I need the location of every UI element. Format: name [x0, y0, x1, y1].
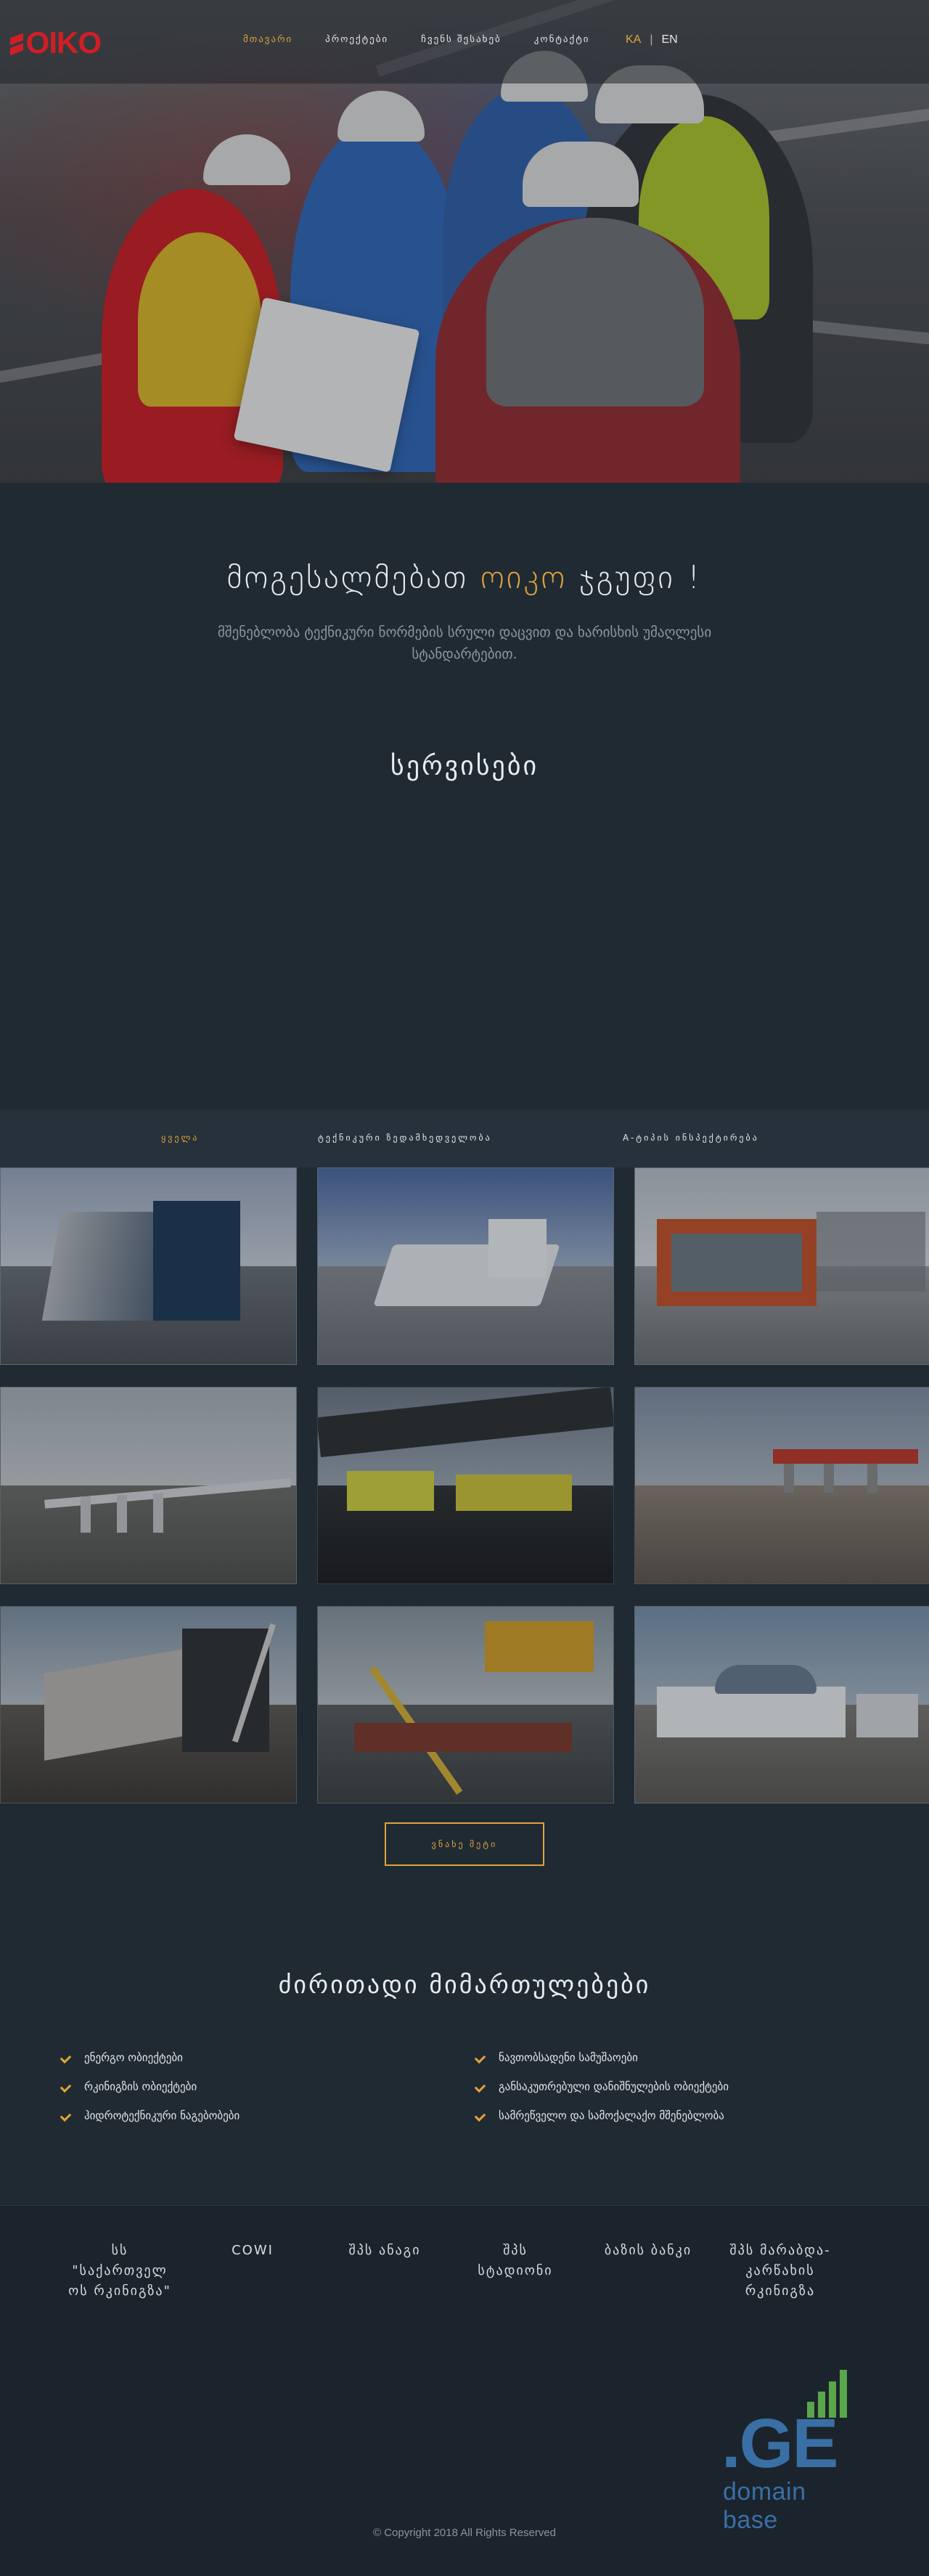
gallery-tile[interactable] — [317, 1606, 614, 1803]
direction-text: რკინიგზის ობიექტები — [84, 2080, 197, 2093]
main-nav: მთავარი პროექტები ჩვენს შესახებ კონტაქტი — [243, 34, 589, 45]
direction-item: რკინიგზის ობიექტები — [61, 2072, 240, 2101]
gallery-tile[interactable] — [0, 1387, 297, 1584]
nav-projects[interactable]: პროექტები — [325, 34, 388, 45]
welcome-heading: მოგესალმებათ ოიკო ჯგუფი ! — [0, 559, 929, 596]
direction-text: ენერგო ობიექტები — [84, 2051, 183, 2064]
tile-shade — [318, 1387, 613, 1583]
filter-all[interactable]: ყველა — [161, 1133, 199, 1143]
tile-shade — [318, 1607, 613, 1803]
check-icon — [61, 2082, 71, 2092]
direction-item: განსაკუთრებული დანიშნულების ობიექტები — [475, 2072, 729, 2101]
direction-item: ჰიდროტექნიკური ნაგებობები — [61, 2101, 240, 2130]
directions-left: ენერგო ობიექტები რკინიგზის ობიექტები ჰიდ… — [61, 2043, 240, 2130]
check-icon — [61, 2053, 71, 2063]
welcome-suffix: ჯგუფი ! — [579, 559, 703, 596]
direction-item: სამრეწველო და სამოქალაქო მშენებლობა — [475, 2101, 729, 2130]
tile-shade — [1, 1168, 296, 1364]
partner-cowi[interactable]: COWI — [191, 2241, 314, 2261]
nav-home[interactable]: მთავარი — [243, 34, 292, 45]
lang-en[interactable]: EN — [662, 33, 678, 46]
partner-basis-bank[interactable]: ბაზის ბანკი — [586, 2241, 710, 2261]
direction-text: ნავთობსადენი სამუშაოები — [499, 2051, 638, 2064]
gallery-tile[interactable] — [317, 1387, 614, 1584]
ge-domain-logo[interactable]: .GE domain base — [721, 2367, 867, 2534]
tile-shade — [1, 1607, 296, 1803]
gallery-tile[interactable] — [317, 1167, 614, 1365]
nav-about[interactable]: ჩვენს შესახებ — [421, 34, 502, 45]
partner-stadium[interactable]: შპს სტადიონი — [454, 2241, 577, 2281]
tile-shade — [635, 1607, 929, 1803]
site-footer: სს "საქართველ ოს რკინიგზა" COWI შპს ანაგ… — [0, 2205, 929, 2576]
tile-shade — [1, 1387, 296, 1583]
filter-a-type-inspection[interactable]: A-ტიპის ინსპექტირება — [623, 1133, 759, 1143]
ge-mark: .GE — [721, 2405, 838, 2482]
logo-text: OIKO — [25, 25, 102, 60]
check-icon — [475, 2082, 486, 2092]
welcome-prefix: მოგესალმებათ — [226, 559, 469, 596]
gallery-tile[interactable] — [634, 1387, 929, 1584]
hero-banner: OIKO მთავარი პროექტები ჩვენს შესახებ კონ… — [0, 0, 929, 483]
partners-row: სს "საქართველ ოს რკინიგზა" COWI შპს ანაგ… — [0, 2241, 929, 2306]
direction-text: განსაკუთრებული დანიშნულების ობიექტები — [499, 2080, 729, 2093]
check-icon — [61, 2111, 71, 2121]
directions-title: ძირითადი მიმართულებები — [278, 1970, 651, 2000]
direction-item: ნავთობსადენი სამუშაოები — [475, 2043, 729, 2072]
portfolio-filters: ყველა ტექნიკური ზედამხედველობა A-ტიპის ი… — [0, 1109, 929, 1167]
subtitle-line-1: მშენებლობა ტექნიკური ნორმების სრული დაცვ… — [217, 624, 712, 640]
direction-item: ენერგო ობიექტები — [61, 2043, 240, 2072]
top-navbar: OIKO მთავარი პროექტები ჩვენს შესახებ კონ… — [0, 0, 929, 83]
gallery-tile[interactable] — [0, 1606, 297, 1803]
partner-anagi[interactable]: შპს ანაგი — [323, 2241, 446, 2261]
direction-text: სამრეწველო და სამოქალაქო მშენებლობა — [499, 2109, 724, 2122]
check-icon — [475, 2053, 486, 2063]
welcome-accent: ოიკო — [480, 559, 568, 596]
tile-shade — [635, 1387, 929, 1583]
subtitle-line-2: სტანდარტებით. — [412, 646, 517, 662]
gallery-tile[interactable] — [634, 1167, 929, 1365]
partner-marabda-kartsakhi[interactable]: შპს მარაბდა- კარწახის რკინიგზა — [719, 2241, 842, 2302]
tile-shade — [318, 1168, 613, 1364]
welcome-subtitle: მშენებლობა ტექნიკური ნორმების სრული დაცვ… — [0, 621, 929, 665]
gallery-tile[interactable] — [634, 1606, 929, 1803]
gallery-tile[interactable] — [0, 1167, 297, 1365]
direction-text: ჰიდროტექნიკური ნაგებობები — [84, 2109, 240, 2122]
tile-shade — [635, 1168, 929, 1364]
directions-right: ნავთობსადენი სამუშაოები განსაკუთრებული დ… — [475, 2043, 729, 2130]
nav-contact[interactable]: კონტაქტი — [534, 34, 590, 45]
oiko-logo[interactable]: OIKO — [10, 25, 102, 61]
language-switcher: KA | EN — [626, 33, 678, 46]
services-title: სერვისები — [390, 751, 539, 781]
copyright-text: © Copyright 2018 All Rights Reserved — [372, 2527, 556, 2539]
filter-technical-supervision[interactable]: ტექნიკური ზედამხედველობა — [318, 1133, 492, 1143]
check-icon — [475, 2111, 486, 2121]
lang-separator: | — [650, 33, 653, 46]
logo-mark-icon — [10, 28, 23, 57]
see-more-button[interactable]: ვნახე მეტი — [385, 1822, 544, 1866]
lang-ka[interactable]: KA — [626, 33, 641, 46]
partner-georgian-railway[interactable]: სს "საქართველ ოს რკინიგზა" — [58, 2241, 181, 2302]
project-gallery — [0, 1167, 929, 1803]
